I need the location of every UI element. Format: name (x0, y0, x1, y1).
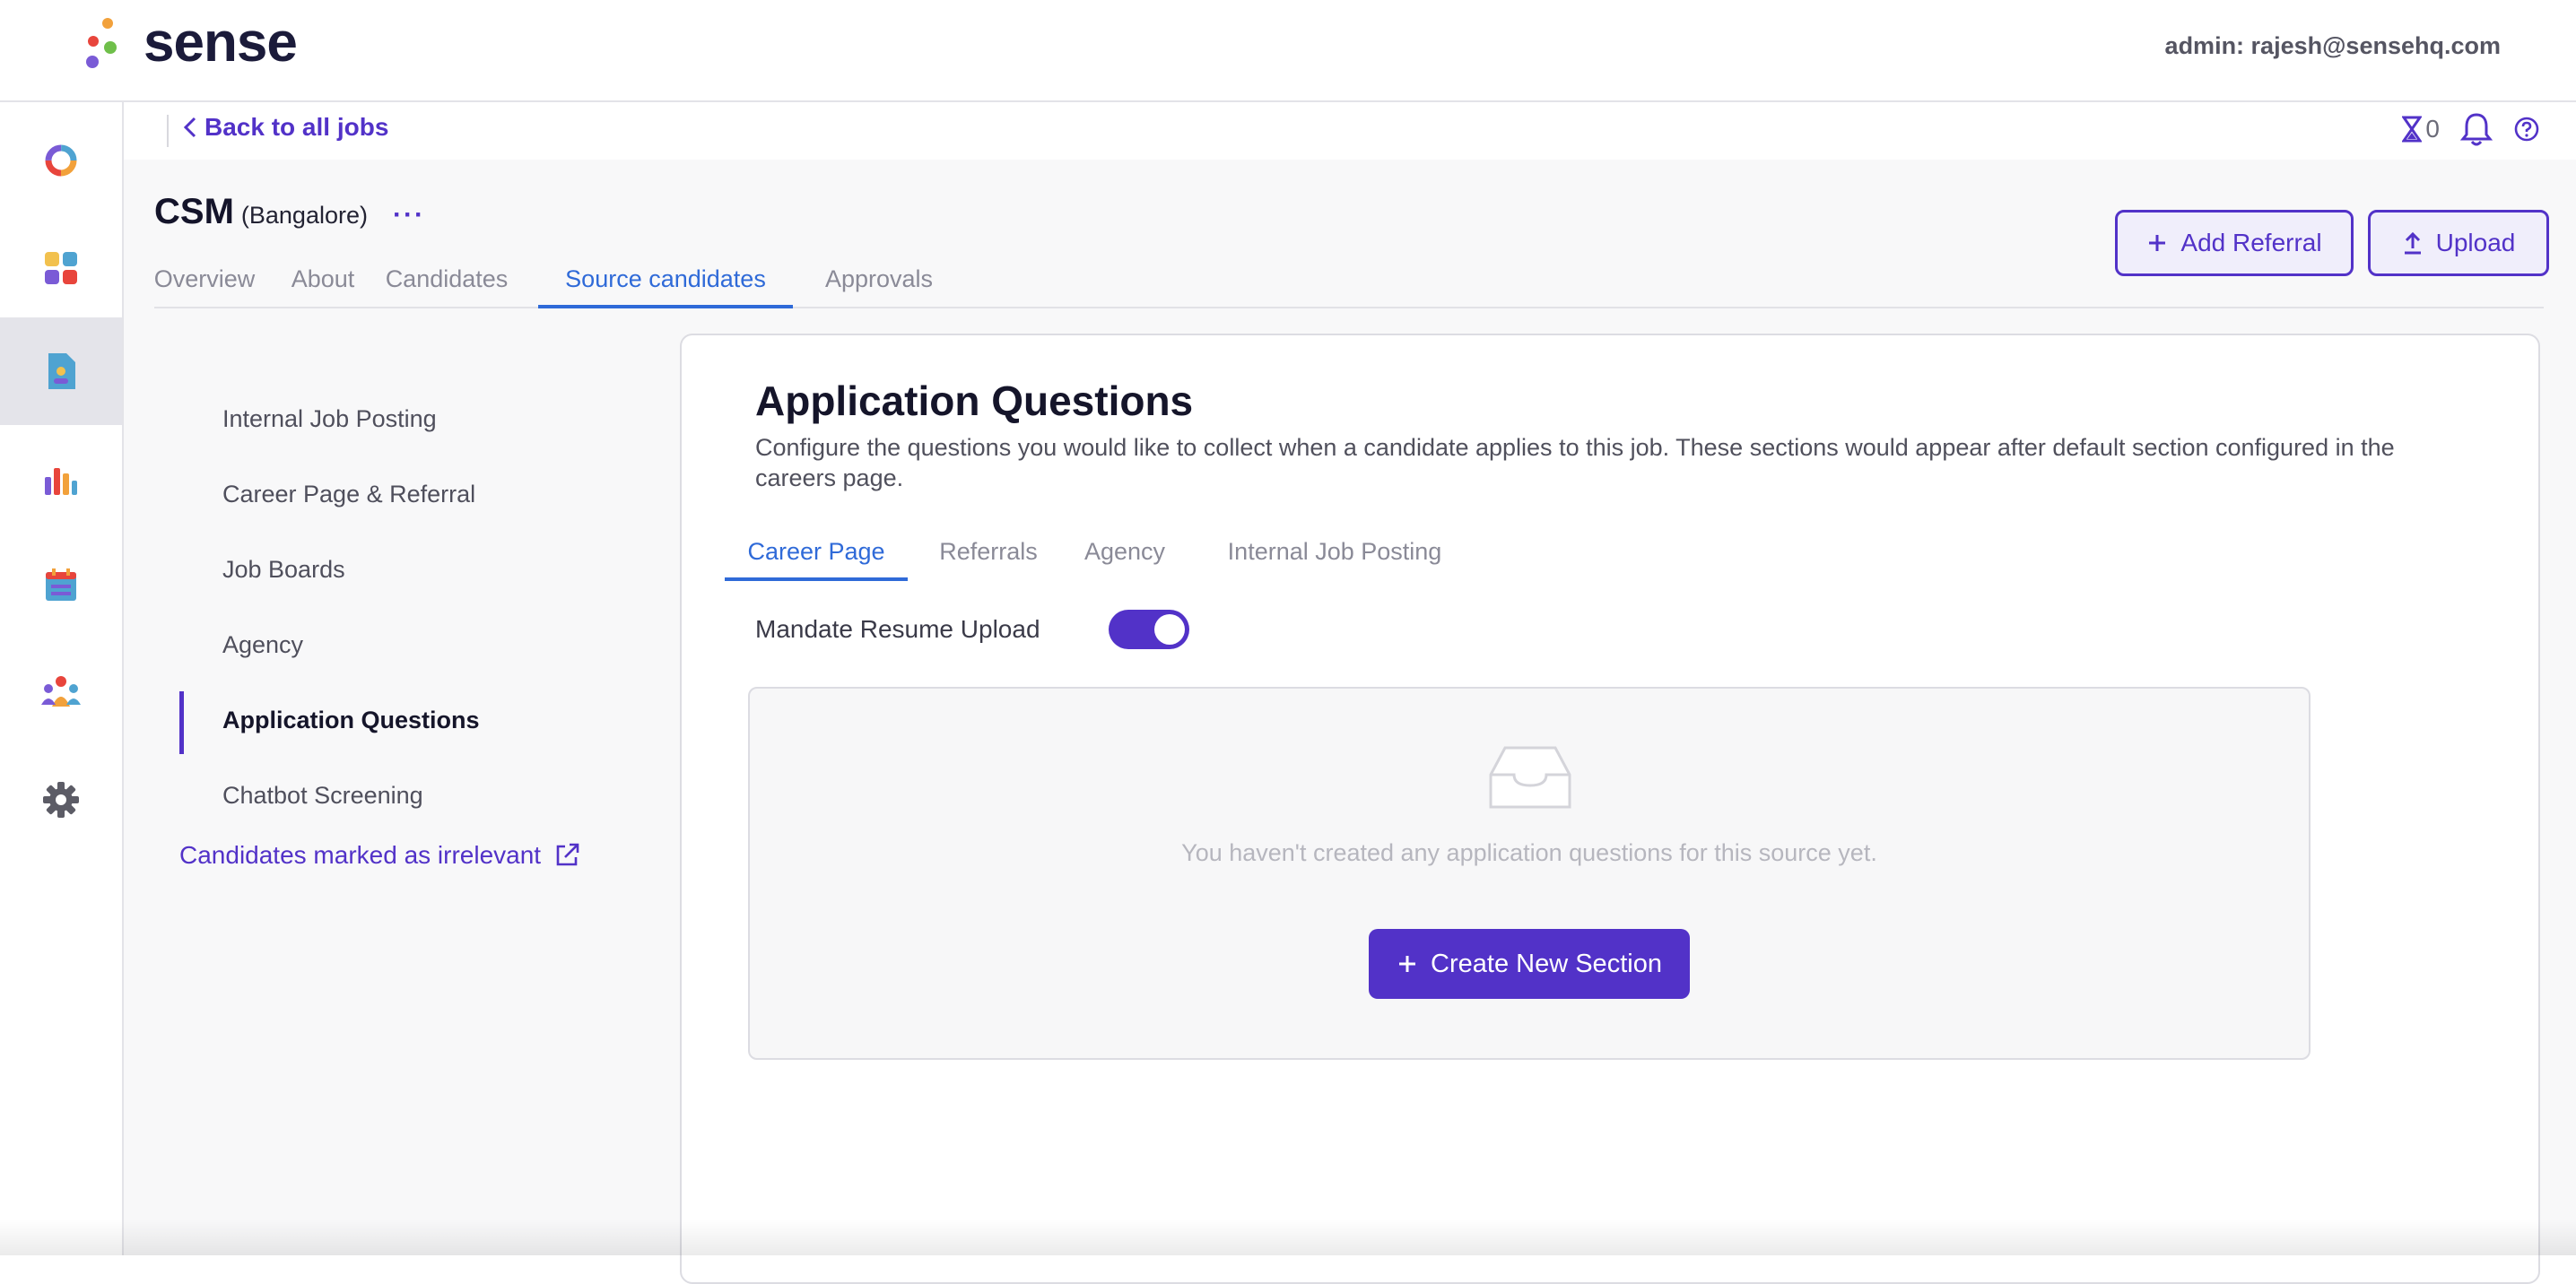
side-nav-career-page-referral[interactable]: Career Page & Referral (222, 481, 475, 508)
rail-item-dashboard[interactable] (0, 107, 122, 214)
apps-grid-icon (45, 252, 77, 284)
icon-rail (0, 102, 124, 1255)
external-link-icon (556, 843, 579, 866)
main-content: Back to all jobs 0 CSM (Bangalore) ··· O… (124, 102, 2576, 1284)
divider (167, 115, 169, 147)
mandate-resume-toggle[interactable] (1109, 610, 1189, 649)
rail-item-apps[interactable] (0, 214, 122, 322)
empty-inbox-icon (1489, 746, 1571, 809)
side-nav-job-boards[interactable]: Job Boards (222, 556, 345, 584)
add-referral-label: Add Referral (2180, 229, 2322, 256)
job-name: CSM (154, 192, 234, 231)
tab-referrals[interactable]: Referrals (924, 524, 1053, 579)
rail-item-jobs[interactable] (0, 317, 122, 425)
logo-text: sense (144, 12, 298, 74)
add-referral-button[interactable]: Add Referral (2115, 210, 2354, 276)
empty-state-text: You haven't created any application ques… (1181, 839, 1877, 866)
upload-icon (2404, 231, 2421, 255)
tab-career-page[interactable]: Career Page (725, 524, 908, 581)
source-tabs: Career Page Referrals Agency Internal Jo… (725, 524, 1622, 581)
card-title: Application Questions (755, 377, 1194, 424)
tab-overview[interactable]: Overview (154, 253, 256, 305)
tab-about[interactable]: About (276, 253, 370, 305)
top-bar: sense admin: rajesh@sensehq.com (0, 0, 2576, 102)
toggle-knob (1154, 614, 1185, 645)
tab-source-candidates[interactable]: Source candidates (538, 253, 793, 308)
side-nav-internal-job-posting[interactable]: Internal Job Posting (222, 405, 437, 433)
active-indicator (179, 691, 184, 754)
settings-gear-icon (43, 782, 79, 818)
job-document-icon (48, 353, 75, 389)
back-link-label: Back to all jobs (205, 113, 389, 141)
irrelevant-candidates-link[interactable]: Candidates marked as irrelevant (179, 841, 580, 870)
notification-bell-icon[interactable] (2459, 111, 2493, 147)
plus-icon (2149, 235, 2166, 251)
job-title: CSM (Bangalore) ··· (154, 192, 425, 232)
hourglass-icon (2402, 116, 2423, 143)
empty-state-box: You haven't created any application ques… (748, 687, 2311, 1060)
more-options-icon[interactable]: ··· (393, 200, 425, 230)
rail-item-people[interactable] (0, 638, 122, 746)
tab-candidates[interactable]: Candidates (375, 253, 518, 305)
application-questions-card: Application Questions Configure the ques… (680, 334, 2540, 1284)
sub-header: Back to all jobs 0 (124, 102, 2576, 160)
admin-account-label[interactable]: admin: rajesh@sensehq.com (2165, 32, 2501, 60)
create-new-section-label: Create New Section (1431, 949, 1662, 978)
plus-icon (1399, 956, 1416, 972)
rail-item-settings[interactable] (0, 746, 122, 854)
mandate-resume-label: Mandate Resume Upload (755, 615, 1040, 643)
rail-item-analytics[interactable] (0, 425, 122, 533)
rail-item-calendar[interactable] (0, 531, 122, 638)
upload-label: Upload (2435, 229, 2516, 256)
side-nav-agency[interactable]: Agency (222, 631, 303, 659)
side-nav-application-questions[interactable]: Application Questions (222, 707, 480, 734)
back-to-jobs-link[interactable]: Back to all jobs (181, 113, 388, 142)
upload-button[interactable]: Upload (2368, 210, 2549, 276)
tab-approvals[interactable]: Approvals (809, 253, 949, 305)
hourglass-counter[interactable]: 0 (2402, 115, 2440, 143)
create-new-section-button[interactable]: Create New Section (1369, 929, 1690, 999)
tab-agency[interactable]: Agency (1069, 524, 1180, 579)
analytics-bars-icon (45, 468, 77, 495)
dashboard-ring-icon (45, 144, 77, 177)
header-utility-icons: 0 (2402, 111, 2540, 147)
irrelevant-link-label: Candidates marked as irrelevant (179, 841, 542, 869)
chevron-left-icon (183, 117, 196, 138)
job-location: (Bangalore) (240, 202, 368, 229)
hourglass-count: 0 (2425, 115, 2440, 143)
tab-internal-job-posting[interactable]: Internal Job Posting (1200, 524, 1469, 579)
people-group-icon (41, 676, 81, 707)
help-icon[interactable] (2513, 116, 2540, 143)
calendar-icon (46, 568, 76, 601)
side-nav-chatbot-screening[interactable]: Chatbot Screening (222, 782, 423, 810)
card-description: Configure the questions you would like t… (755, 434, 2395, 491)
logo-dots-icon (83, 13, 126, 74)
sense-logo[interactable]: sense (83, 12, 298, 74)
